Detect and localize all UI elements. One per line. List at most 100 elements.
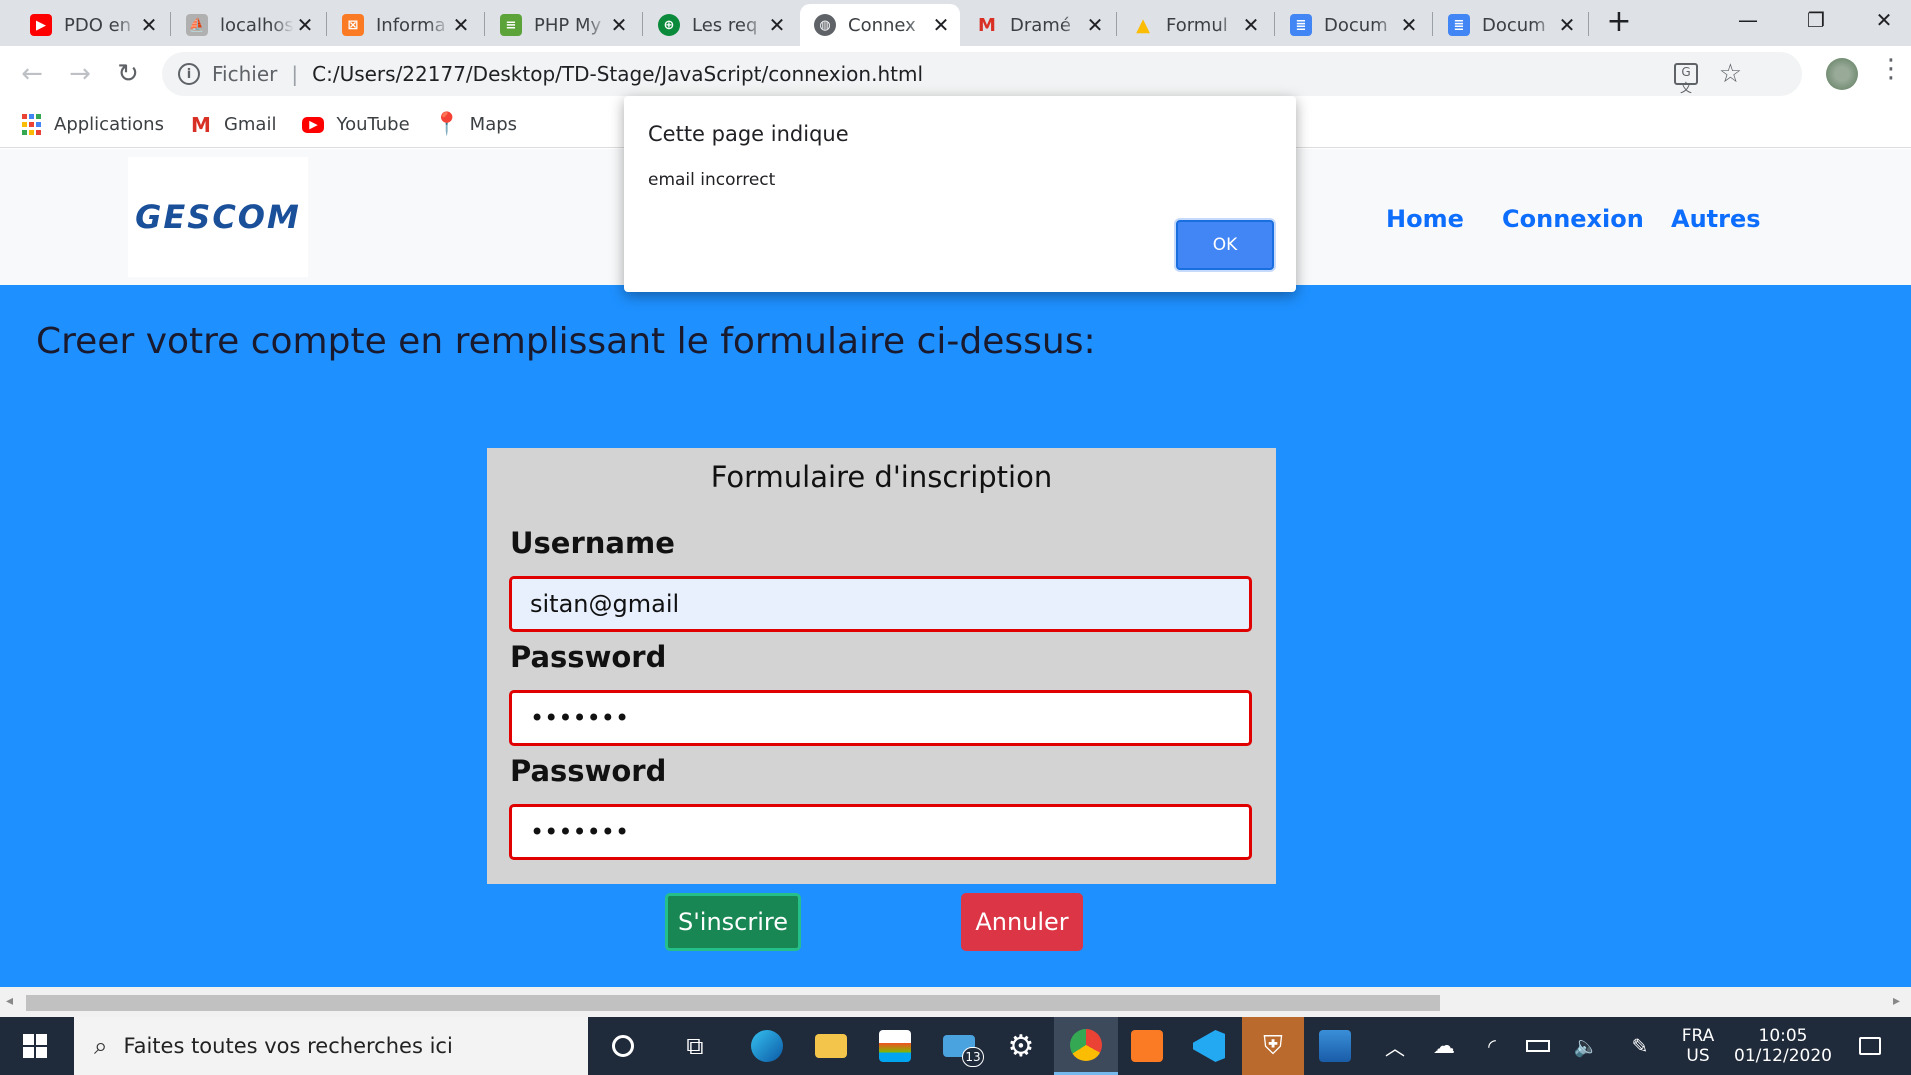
bookmark-label: Applications	[54, 114, 164, 135]
docs-icon: ≣	[1448, 14, 1470, 36]
username-input[interactable]: sitan@gmail	[509, 576, 1252, 632]
globe-green-icon: ⊕	[658, 14, 680, 36]
language-top: FRA	[1681, 1026, 1715, 1046]
tab-drame[interactable]: M Dramé ✕	[962, 4, 1114, 46]
language-indicator[interactable]: FRA US	[1668, 1017, 1728, 1075]
store-icon[interactable]	[870, 1017, 920, 1075]
address-bar[interactable]: i Fichier | C:/Users/22177/Desktop/TD-St…	[162, 52, 1802, 96]
restore-button[interactable]: ❐	[1788, 0, 1844, 40]
close-icon[interactable]: ✕	[766, 13, 788, 37]
bookmark-gmail[interactable]: M Gmail	[190, 113, 277, 137]
security-shield-icon[interactable]: ⛨	[1242, 1017, 1304, 1075]
signup-button[interactable]: S'inscrire	[665, 893, 801, 951]
tab-pdo[interactable]: ▶ PDO en ✕	[16, 4, 168, 46]
bookmark-label: Gmail	[223, 114, 277, 135]
tab-localhost[interactable]: ⛵ localhost ✕	[172, 4, 324, 46]
password-input[interactable]: •••••••	[509, 690, 1252, 746]
tab-title: Docum	[1324, 14, 1388, 36]
tab-docum-2[interactable]: ≣ Docum ✕	[1434, 4, 1586, 46]
battery-icon[interactable]	[1518, 1017, 1558, 1075]
tab-phpmy[interactable]: ≡ PHP My ✕	[486, 4, 638, 46]
close-icon[interactable]: ✕	[138, 13, 160, 37]
forward-button[interactable]: →	[60, 54, 100, 94]
xampp-taskbar-icon[interactable]	[1122, 1017, 1172, 1075]
close-icon[interactable]: ✕	[930, 13, 952, 37]
back-button[interactable]: ←	[12, 54, 52, 94]
tab-docum-1[interactable]: ≣ Docum ✕	[1276, 4, 1428, 46]
close-icon[interactable]: ✕	[1556, 13, 1578, 37]
close-icon[interactable]: ✕	[1240, 13, 1262, 37]
minimize-button[interactable]: —	[1720, 0, 1776, 40]
taskbar-search-box[interactable]: ⌕ Faites toutes vos recherches ici	[74, 1017, 588, 1075]
translate-icon[interactable]: G文	[1674, 63, 1698, 95]
scroll-thumb[interactable]	[26, 995, 1440, 1011]
close-icon[interactable]: ✕	[450, 13, 472, 37]
bookmark-applications[interactable]: Applications	[20, 114, 164, 136]
vscode-icon[interactable]	[1184, 1017, 1234, 1075]
close-icon[interactable]: ✕	[1398, 13, 1420, 37]
password-confirm-input[interactable]: •••••••	[509, 804, 1252, 860]
signup-form: Formulaire d'inscription Username sitan@…	[487, 448, 1276, 884]
php-icon: ≡	[500, 14, 522, 36]
star-bookmark-icon[interactable]: ☆	[1719, 59, 1742, 89]
dialog-ok-button[interactable]: OK	[1176, 220, 1274, 270]
task-view-icon[interactable]: ⧉	[670, 1017, 720, 1075]
bookmark-youtube[interactable]: ▶ YouTube	[302, 114, 410, 135]
menu-kebab-icon[interactable]: ⋮	[1878, 54, 1904, 84]
cancel-button[interactable]: Annuler	[961, 893, 1083, 951]
close-icon[interactable]: ✕	[608, 13, 630, 37]
onedrive-cloud-icon[interactable]: ☁	[1424, 1017, 1464, 1075]
notifications-icon[interactable]	[1848, 1017, 1892, 1075]
cortana-icon[interactable]	[598, 1017, 648, 1075]
search-icon: ⌕	[94, 1032, 108, 1060]
volume-icon[interactable]: 🔈	[1566, 1017, 1606, 1075]
logo-text: GESCOM	[135, 198, 301, 236]
language-bottom: US	[1686, 1046, 1710, 1066]
close-icon[interactable]: ✕	[1084, 13, 1106, 37]
show-hidden-icons-chevron-icon[interactable]: ︿	[1380, 1017, 1410, 1075]
close-window-button[interactable]: ✕	[1856, 0, 1911, 40]
tab-title: Dramé	[1010, 14, 1071, 36]
browser-tab-strip: ▶ PDO en ✕ ⛵ localhost ✕ ⊠ Informa ✕ ≡ P…	[0, 0, 1911, 46]
tab-informa[interactable]: ⊠ Informa ✕	[328, 4, 480, 46]
edge-icon[interactable]	[742, 1017, 792, 1075]
tab-connexion-active[interactable]: ◍ Connex ✕	[800, 4, 960, 46]
photos-icon[interactable]	[1310, 1017, 1360, 1075]
tab-lesreq[interactable]: ⊕ Les req ✕	[644, 4, 796, 46]
password-confirm-label: Password	[510, 754, 667, 788]
url-text[interactable]: C:/Users/22177/Desktop/TD-Stage/JavaScri…	[312, 62, 923, 86]
alert-dialog: Cette page indique email incorrect OK	[624, 96, 1296, 292]
docs-icon: ≣	[1290, 14, 1312, 36]
nav-link-autres[interactable]: Autres	[1671, 205, 1761, 233]
clock[interactable]: 10:05 01/12/2020	[1730, 1017, 1836, 1075]
password-label: Password	[510, 640, 667, 674]
bookmark-maps[interactable]: 📍 Maps	[433, 112, 517, 137]
windows-start-button[interactable]	[0, 1017, 70, 1075]
tab-title: Docum	[1482, 14, 1546, 36]
file-explorer-icon[interactable]	[806, 1017, 856, 1075]
wifi-icon[interactable]: ◜	[1474, 1017, 1510, 1075]
globe-icon: ◍	[814, 14, 836, 36]
scroll-left-arrow-icon[interactable]: ◂	[6, 993, 13, 1009]
xampp-icon: ⊠	[342, 14, 364, 36]
username-label: Username	[510, 526, 675, 560]
new-tab-button[interactable]: +	[1604, 4, 1634, 40]
mail-icon[interactable]: 13	[934, 1017, 984, 1075]
nav-link-connexion[interactable]: Connexion	[1502, 205, 1644, 233]
close-icon[interactable]: ✕	[294, 13, 316, 37]
profile-avatar[interactable]	[1826, 58, 1858, 90]
tab-formul[interactable]: ▲ Formul ✕	[1118, 4, 1270, 46]
site-logo[interactable]: GESCOM	[128, 157, 308, 277]
tab-title: PDO en	[64, 14, 132, 36]
settings-gear-icon[interactable]: ⚙	[996, 1017, 1046, 1075]
reload-button[interactable]: ↻	[108, 54, 148, 94]
pen-ink-icon[interactable]: ✎	[1620, 1017, 1660, 1075]
chrome-icon[interactable]	[1054, 1017, 1118, 1075]
tab-title: Formul	[1166, 14, 1228, 36]
bookmark-label: YouTube	[336, 114, 410, 135]
form-title: Formulaire d'inscription	[710, 460, 1053, 494]
nav-link-home[interactable]: Home	[1386, 205, 1464, 233]
info-icon[interactable]: i	[178, 63, 200, 85]
horizontal-scrollbar[interactable]: ◂ ▸	[0, 987, 1911, 1017]
scroll-right-arrow-icon[interactable]: ▸	[1893, 993, 1900, 1009]
